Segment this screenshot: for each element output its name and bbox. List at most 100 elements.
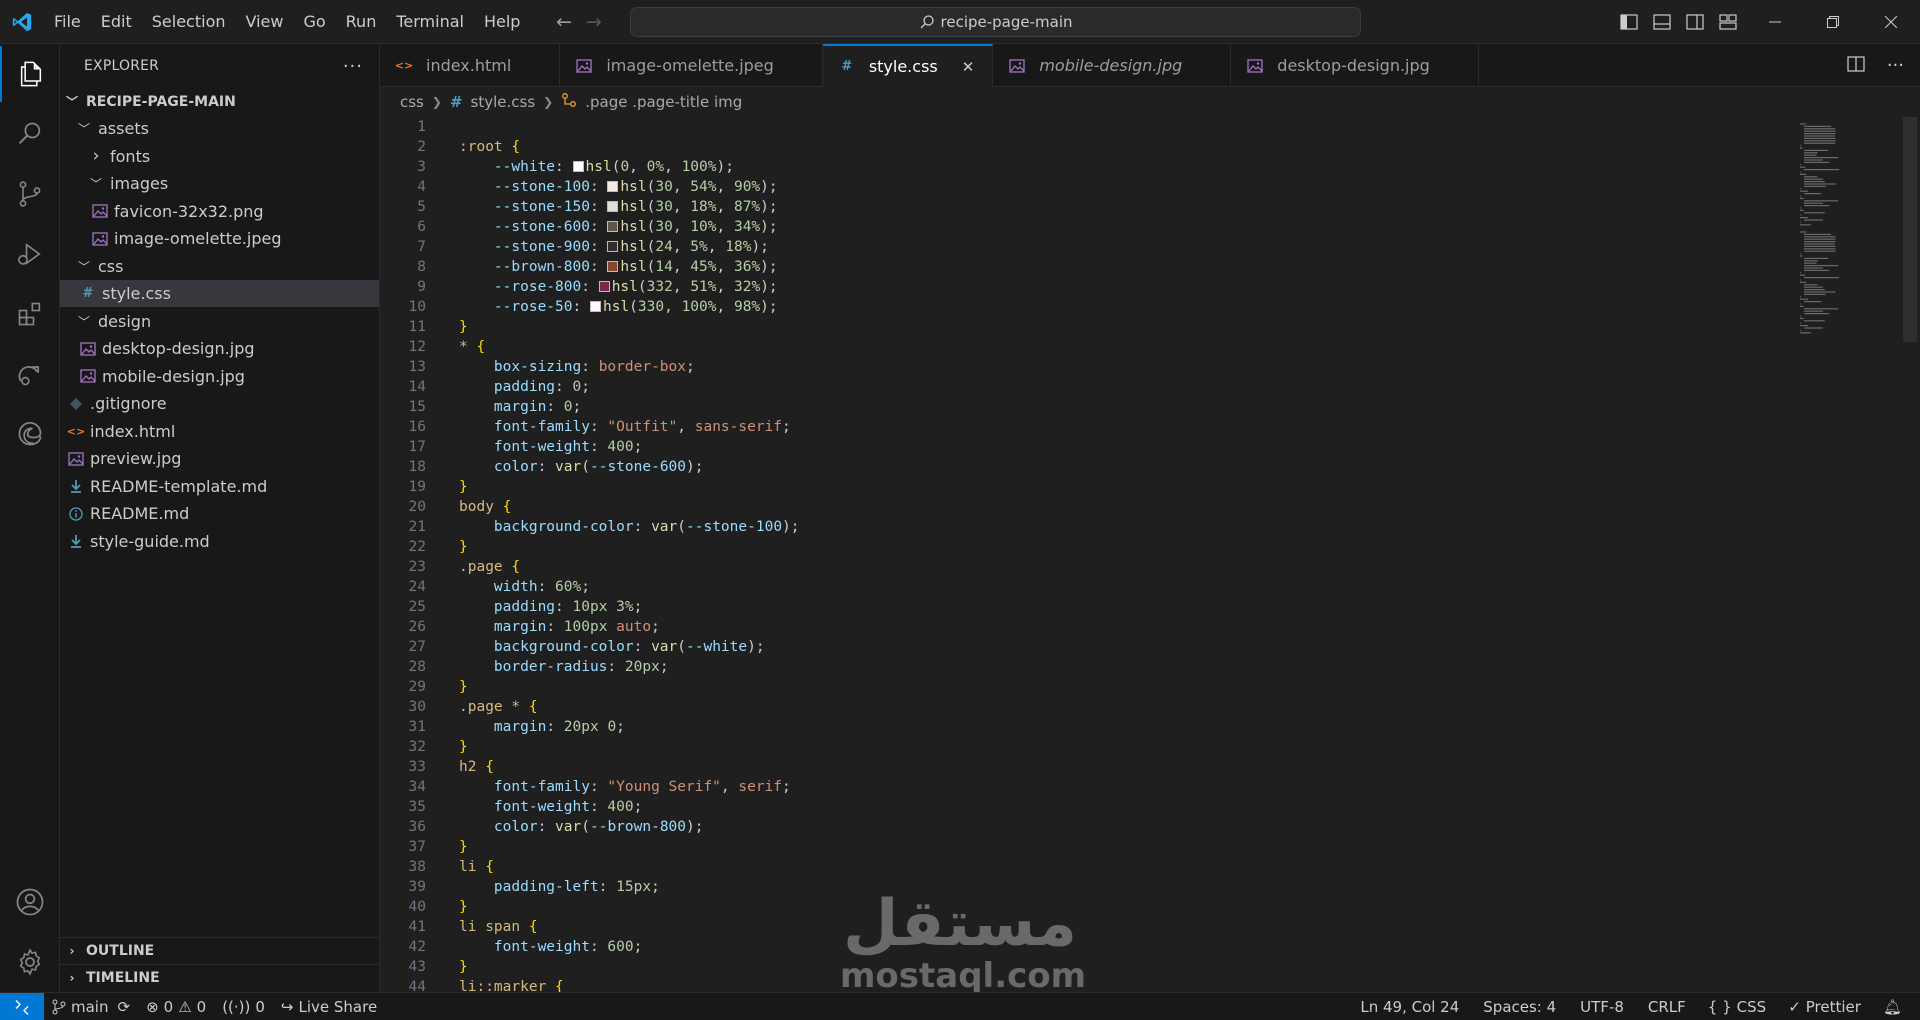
tree-file[interactable]: style-guide.md: [60, 528, 379, 555]
menu-view[interactable]: View: [236, 0, 294, 44]
remote-explorer-icon[interactable]: [0, 346, 60, 402]
ports-indicator[interactable]: ((·)) 0: [214, 998, 273, 1016]
run-debug-icon[interactable]: [0, 226, 60, 282]
problems-indicator[interactable]: ⊗ 0 ⚠ 0: [138, 998, 214, 1016]
editor-tab[interactable]: mobile-design.jpg: [993, 44, 1232, 87]
timeline-section[interactable]: › TIMELINE: [60, 964, 379, 991]
tree-folder[interactable]: ﹀ css: [60, 253, 379, 280]
minimap-line: [1800, 171, 1801, 173]
tree-file[interactable]: .gitignore: [60, 390, 379, 417]
menu-file[interactable]: File: [44, 0, 91, 44]
color-swatch[interactable]: [572, 161, 584, 172]
tree-file[interactable]: desktop-design.jpg: [60, 335, 379, 362]
menu-help[interactable]: Help: [474, 0, 530, 44]
editor-tab[interactable]: <> index.html: [380, 44, 561, 87]
toggle-primary-sidebar-icon[interactable]: [1620, 14, 1638, 30]
color-swatch[interactable]: [607, 261, 619, 272]
code-token: "Outfit": [607, 419, 678, 435]
live-share-button[interactable]: ↪ Live Share: [273, 998, 385, 1016]
toggle-panel-icon[interactable]: [1653, 14, 1671, 30]
accounts-icon[interactable]: [0, 874, 60, 930]
sync-icon[interactable]: ⟳: [117, 998, 130, 1016]
line-source: }: [459, 837, 468, 857]
tree-folder[interactable]: ﹀ images: [60, 170, 379, 197]
tree-folder[interactable]: ﹀ design: [60, 308, 379, 335]
menu-go[interactable]: Go: [293, 0, 335, 44]
code-token: 18%: [725, 239, 752, 255]
tree-file[interactable]: image-omelette.jpeg: [60, 225, 379, 252]
extensions-icon[interactable]: [0, 286, 60, 342]
css-file-icon: #: [449, 93, 463, 111]
breadcrumb-folder[interactable]: css: [400, 93, 424, 111]
color-swatch[interactable]: [607, 221, 619, 232]
more-actions-icon[interactable]: ···: [343, 56, 363, 77]
cursor-position[interactable]: Ln 49, Col 24: [1352, 998, 1467, 1016]
workspace-root-folder[interactable]: ﹀ RECIPE-PAGE-MAIN: [60, 88, 379, 115]
editor-tab[interactable]: image-omelette.jpeg: [560, 44, 823, 87]
language-mode[interactable]: { } CSS: [1700, 998, 1774, 1016]
close-window-icon[interactable]: [1862, 0, 1920, 44]
notifications-bell-icon[interactable]: 🔔︎: [1875, 998, 1910, 1016]
tree-file[interactable]: README.md: [60, 500, 379, 527]
code-token: :: [581, 279, 599, 295]
code-editor[interactable]: 1 2:root {3 --white: hsl(0, 0%, 100%); 4 -…: [380, 117, 1920, 992]
tree-folder[interactable]: ﹀ assets: [60, 115, 379, 142]
code-token: :: [581, 359, 599, 375]
back-arrow-icon[interactable]: ←: [556, 11, 572, 33]
tree-file[interactable]: # style.css: [60, 280, 379, 307]
minimap-line: [1800, 214, 1801, 216]
minimize-icon[interactable]: [1746, 0, 1804, 44]
color-swatch[interactable]: [607, 241, 619, 252]
color-swatch[interactable]: [607, 201, 619, 212]
search-view-icon[interactable]: [0, 106, 60, 162]
command-center-search[interactable]: recipe-page-main: [630, 7, 1361, 37]
tree-file[interactable]: mobile-design.jpg: [60, 363, 379, 390]
remote-indicator-icon[interactable]: [0, 992, 44, 1020]
editor-tab[interactable]: desktop-design.jpg: [1231, 44, 1479, 87]
split-editor-icon[interactable]: [1847, 55, 1865, 76]
explorer-icon[interactable]: [0, 46, 60, 102]
line-number: 6: [417, 219, 426, 235]
code-token: 30: [655, 199, 673, 215]
prettier-status[interactable]: ✓ Prettier: [1780, 998, 1869, 1016]
tree-file[interactable]: preview.jpg: [60, 445, 379, 472]
minimap[interactable]: [1790, 117, 1900, 367]
menu-terminal[interactable]: Terminal: [386, 0, 474, 44]
customize-layout-icon[interactable]: [1719, 14, 1737, 30]
color-swatch[interactable]: [589, 301, 601, 312]
editor-tab[interactable]: # style.css ✕: [822, 44, 994, 87]
code-token: auto: [616, 619, 652, 635]
color-swatch[interactable]: [598, 281, 610, 292]
editor-scrollbar[interactable]: [1903, 117, 1917, 342]
end-of-line[interactable]: CRLF: [1640, 998, 1694, 1016]
tree-file[interactable]: README-template.md: [60, 473, 379, 500]
code-token: (: [581, 819, 590, 835]
explorer-sidebar: EXPLORER ··· ﹀ RECIPE-PAGE-MAIN ﹀ assets ›…: [60, 44, 380, 992]
tree-file[interactable]: favicon-32x32.png: [60, 198, 379, 225]
tree-file[interactable]: <> index.html: [60, 418, 379, 445]
breadcrumb-file[interactable]: style.css: [471, 93, 536, 111]
line-number: 44: [408, 979, 426, 992]
line-source: }: [459, 737, 468, 757]
menu-edit[interactable]: Edit: [91, 0, 142, 44]
edge-devtools-icon[interactable]: [0, 406, 60, 462]
chevron-down-icon: ﹀: [77, 314, 90, 329]
minimap-line: [1804, 233, 1831, 235]
restore-icon[interactable]: [1804, 0, 1862, 44]
more-editor-actions-icon[interactable]: ···: [1887, 55, 1904, 76]
outline-section[interactable]: › OUTLINE: [60, 937, 379, 964]
menu-selection[interactable]: Selection: [142, 0, 236, 44]
settings-gear-icon[interactable]: [0, 934, 60, 990]
line-number: 39: [408, 879, 426, 895]
toggle-secondary-sidebar-icon[interactable]: [1686, 14, 1704, 30]
close-tab-icon[interactable]: ✕: [962, 58, 975, 76]
forward-arrow-icon[interactable]: →: [586, 11, 602, 33]
indentation[interactable]: Spaces: 4: [1475, 998, 1564, 1016]
encoding[interactable]: UTF-8: [1572, 998, 1632, 1016]
breadcrumb-symbol[interactable]: .page .page-title img: [585, 93, 742, 111]
source-control-icon[interactable]: [0, 166, 60, 222]
color-swatch[interactable]: [607, 181, 619, 192]
branch-indicator[interactable]: main ⟳: [44, 998, 138, 1016]
menu-run[interactable]: Run: [336, 0, 387, 44]
tree-folder[interactable]: › fonts: [60, 143, 379, 170]
